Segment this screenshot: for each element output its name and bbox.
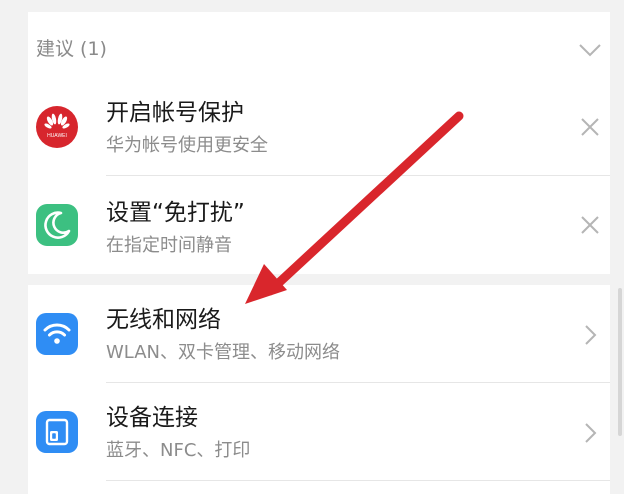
device-connection-icon [36, 411, 78, 453]
wifi-icon [36, 313, 78, 355]
settings-card: 无线和网络 WLAN、双卡管理、移动网络 设备连接 蓝牙、NFC、打印 [28, 285, 610, 494]
suggestion-title: 开启帐号保护 [106, 100, 244, 126]
suggestion-subtitle: 在指定时间静音 [106, 235, 232, 256]
settings-screen: 建议 (1) HUAWEI 开启帐号保护 华为帐号使用更安全 设置“免打扰” 在… [0, 0, 624, 494]
settings-item-subtitle: WLAN、双卡管理、移动网络 [106, 342, 341, 363]
suggestion-item-do-not-disturb[interactable]: 设置“免打扰” 在指定时间静音 [28, 176, 610, 274]
suggestion-subtitle: 华为帐号使用更安全 [106, 135, 268, 156]
huawei-logo-icon: HUAWEI [36, 106, 78, 148]
chevron-right-icon [585, 325, 597, 345]
settings-item-subtitle: 蓝牙、NFC、打印 [106, 440, 251, 461]
settings-item-device-connection[interactable]: 设备连接 蓝牙、NFC、打印 [28, 383, 610, 481]
row-divider [106, 480, 610, 481]
suggestions-title: 建议 (1) [36, 38, 107, 60]
close-icon[interactable] [578, 115, 602, 139]
svg-text:HUAWEI: HUAWEI [47, 133, 67, 139]
suggestion-item-account-protection[interactable]: HUAWEI 开启帐号保护 华为帐号使用更安全 [28, 78, 610, 176]
suggestions-card: 建议 (1) HUAWEI 开启帐号保护 华为帐号使用更安全 设置“免打扰” 在… [28, 12, 610, 274]
chevron-down-icon[interactable] [576, 36, 604, 64]
chevron-right-icon [585, 423, 597, 443]
top-divider [0, 0, 624, 12]
suggestions-header[interactable]: 建议 (1) [28, 12, 610, 78]
settings-item-title: 设备连接 [106, 405, 198, 431]
moon-icon [36, 204, 78, 246]
close-icon[interactable] [578, 213, 602, 237]
scrollbar[interactable] [618, 288, 622, 436]
settings-item-wireless-network[interactable]: 无线和网络 WLAN、双卡管理、移动网络 [28, 285, 610, 383]
suggestion-title: 设置“免打扰” [106, 200, 245, 226]
settings-item-title: 无线和网络 [106, 307, 221, 333]
